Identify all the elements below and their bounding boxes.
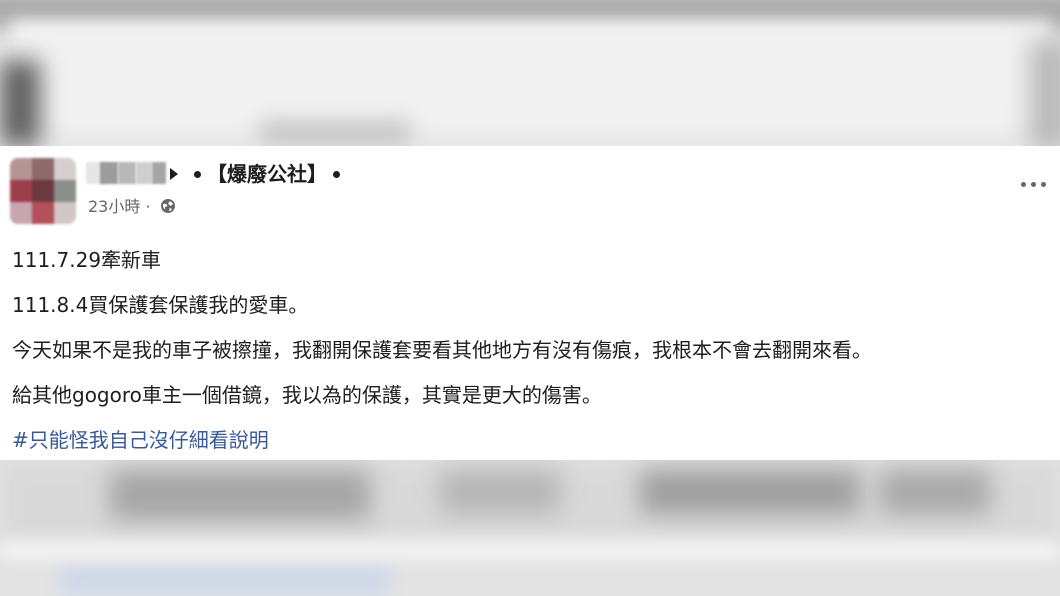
group-name-link[interactable]: 【爆廢公社】 [207,162,327,186]
blurred-next-content [0,460,1060,596]
hashtag-link[interactable]: #只能怪我自己沒仔細看說明 [12,428,269,452]
author-name-redacted[interactable] [86,162,166,184]
post-meta: 23小時 · [88,196,176,218]
post-line: 給其他gogoro車主一個借鏡，我以為的保護，其實是更大的傷害。 [12,383,602,407]
dot-icon [194,170,201,178]
globe-icon[interactable] [160,198,176,214]
group-header: 【爆廢公社】 [188,160,346,188]
more-options-button[interactable] [1018,176,1050,192]
arrow-right-icon [170,168,178,180]
blurred-previous-content [0,0,1060,146]
post-timestamp[interactable]: 23小時 [88,197,140,216]
post-line: 今天如果不是我的車子被擦撞，我翻開保護套要看其他地方有沒有傷痕，我根本不會去翻開… [12,338,872,362]
post-body: 111.7.29牽新車 111.8.4買保護套保護我的愛車。 今天如果不是我的車… [12,238,1058,463]
post-card: 【爆廢公社】 23小時 · 111.7.29牽新車 111.8.4買保護套保護我… [0,146,1060,460]
avatar[interactable] [10,158,76,224]
dot-icon [333,170,340,178]
post-line: 111.7.29牽新車 [12,248,162,272]
post-line: 111.8.4買保護套保護我的愛車。 [12,293,309,317]
meta-separator: · [145,197,151,216]
